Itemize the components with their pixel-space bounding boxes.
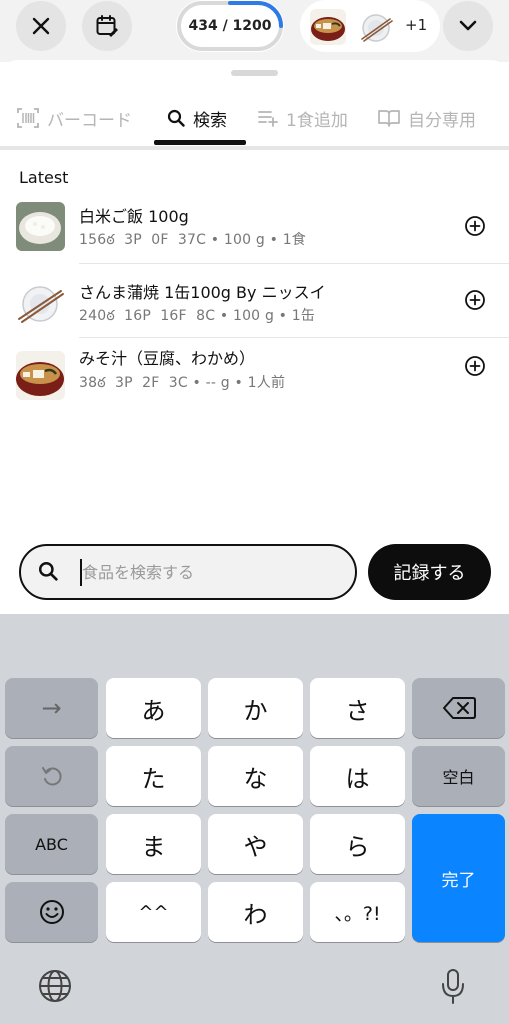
key-ka[interactable]: か (208, 678, 303, 738)
tab-search[interactable]: 検索 (167, 98, 227, 138)
row-divider (79, 337, 509, 338)
delete-key[interactable] (412, 678, 505, 738)
food-nutrition: 38ఠ 3P 2F 3C • -- g • 1人前 (79, 375, 286, 391)
food-nutrition: 240ఠ 16P 16F 8C • 100 g • 1缶 (79, 308, 316, 324)
key-ta[interactable]: た (106, 746, 201, 806)
add-food-icon[interactable] (464, 215, 486, 237)
saury-can-thumbnail (358, 9, 394, 45)
food-row-miso-soup[interactable]: みそ汁（豆腐、わかめ） 38ఠ 3P 2F 3C • -- g • 1人前 (0, 341, 509, 415)
flame-icon: ఠ (97, 375, 106, 391)
key-kaomoji[interactable]: ^^ (106, 882, 201, 942)
carb-value: 3C (168, 375, 188, 391)
emoji-key[interactable] (5, 882, 98, 942)
miso-soup-thumbnail (16, 351, 65, 400)
selected-meals-pill[interactable]: +1 (300, 0, 440, 52)
rice-thumbnail (16, 202, 65, 251)
expand-button[interactable] (443, 1, 493, 51)
flame-icon: ఠ (106, 232, 115, 248)
search-icon (39, 562, 58, 581)
globe-icon[interactable] (37, 968, 73, 1004)
active-tab-indicator (154, 140, 246, 145)
food-search-sheet: バーコード 検索 1食追加 自分専用 Latest 白米ご飯 100g 156ఠ… (0, 60, 509, 620)
tab-barcode[interactable]: バーコード (17, 98, 132, 138)
top-bar: 434 / 1200 +1 (0, 0, 509, 62)
close-icon (32, 17, 50, 35)
calendar-edit-icon (96, 15, 118, 37)
calories-value: 38 (79, 375, 98, 391)
fat-value: 16F (160, 308, 187, 324)
undo-icon (41, 767, 62, 786)
emoji-icon (39, 900, 64, 924)
calories-value: 156 (79, 232, 107, 248)
tab-search-label: 検索 (193, 110, 227, 131)
serving-unit: 1人前 (247, 375, 286, 391)
done-key[interactable]: 完了 (412, 814, 505, 942)
chevron-down-icon (459, 20, 477, 31)
key-ma[interactable]: ま (106, 814, 201, 874)
carb-value: 37C (177, 232, 207, 248)
serving-unit: 1缶 (291, 308, 316, 324)
calories-value: 240 (79, 308, 107, 324)
fat-value: 0F (151, 232, 169, 248)
key-wa[interactable]: わ (208, 882, 303, 942)
protein-value: 3P (124, 232, 142, 248)
book-icon (378, 110, 400, 127)
space-key[interactable]: 空白 (412, 746, 505, 806)
protein-value: 16P (124, 308, 152, 324)
tab-my-foods-label: 自分専用 (408, 110, 476, 131)
calendar-button[interactable] (82, 1, 132, 51)
food-name: 白米ご飯 100g (79, 207, 189, 226)
tab-barcode-label: バーコード (47, 110, 132, 131)
key-sa[interactable]: さ (310, 678, 405, 738)
carb-value: 8C (196, 308, 216, 324)
tab-add-meal-label: 1食追加 (286, 110, 348, 131)
calorie-pill[interactable]: 434 / 1200 (176, 0, 284, 52)
tab-add-meal[interactable]: 1食追加 (258, 98, 348, 138)
tab-bar: バーコード 検索 1食追加 自分専用 (0, 90, 509, 150)
key-na[interactable]: な (208, 746, 303, 806)
food-row-saury[interactable]: さんま蒲焼 1缶100g By ニッスイ 240ఠ 16P 16F 8C • 1… (0, 267, 509, 341)
tab-my-foods[interactable]: 自分専用 (378, 98, 476, 138)
food-row-rice[interactable]: 白米ご飯 100g 156ఠ 3P 0F 37C • 100 g • 1食 (0, 193, 509, 267)
text-cursor (80, 559, 82, 586)
saury-thumbnail (16, 277, 65, 326)
key-ha[interactable]: は (310, 746, 405, 806)
list-add-icon (258, 111, 278, 127)
search-field[interactable] (19, 544, 357, 600)
latest-section-title: Latest (19, 168, 69, 187)
search-icon (167, 109, 185, 127)
fat-value: 2F (142, 375, 160, 391)
key-a[interactable]: あ (106, 678, 201, 738)
flame-icon: ఠ (106, 308, 115, 324)
serving-unit: 1食 (282, 232, 307, 248)
amount-value: -- g (205, 375, 230, 391)
extra-meal-count: +1 (405, 16, 428, 34)
microphone-icon[interactable] (440, 968, 466, 1006)
key-ya[interactable]: や (208, 814, 303, 874)
protein-value: 3P (115, 375, 133, 391)
backspace-icon (442, 697, 476, 719)
miso-soup-thumbnail (310, 9, 346, 45)
barcode-icon (17, 108, 39, 128)
key-punctuation[interactable]: 、。?! (310, 882, 405, 942)
amount-value: 100 g (232, 308, 275, 324)
record-button[interactable]: 記録する (368, 544, 491, 600)
amount-value: 100 g (223, 232, 265, 248)
search-input[interactable] (79, 558, 342, 586)
close-button[interactable] (16, 1, 66, 51)
food-nutrition: 156ఠ 3P 0F 37C • 100 g • 1食 (79, 232, 307, 248)
food-name: みそ汁（豆腐、わかめ） (79, 349, 256, 368)
undo-key[interactable] (5, 746, 98, 806)
row-divider (79, 263, 509, 264)
key-arrow-right[interactable]: → (5, 678, 98, 738)
key-ra[interactable]: ら (310, 814, 405, 874)
food-name: さんま蒲焼 1缶100g By ニッスイ (79, 283, 326, 302)
sheet-grabber[interactable] (231, 70, 278, 76)
add-food-icon[interactable] (464, 355, 486, 377)
add-food-icon[interactable] (464, 289, 486, 311)
calorie-count: 434 / 1200 (188, 18, 272, 34)
abc-key[interactable]: ABC (5, 814, 98, 874)
